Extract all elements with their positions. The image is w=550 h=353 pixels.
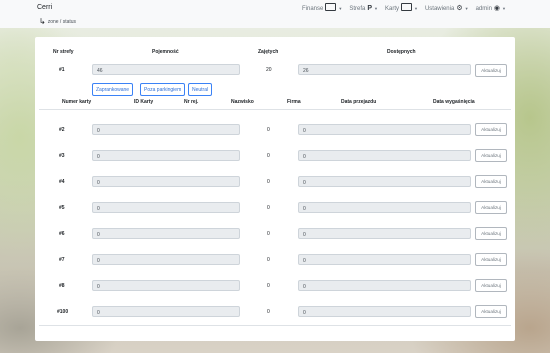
row-count: 0 (267, 257, 270, 263)
nav-zone[interactable]: Strefa P ▼ (349, 4, 378, 13)
chevron-down-icon: ▼ (338, 6, 343, 11)
card-icon (401, 3, 412, 14)
nav-settings-label: Ustawienia (424, 5, 455, 12)
available-field[interactable]: 26 (298, 64, 471, 75)
card-id-field[interactable]: 0 (92, 124, 240, 135)
nav-settings[interactable]: Ustawienia ⚙ ▼ (425, 4, 469, 13)
header-entry-date: Data przejazdu (341, 99, 377, 105)
chevron-down-icon: ▼ (374, 6, 378, 11)
header-card-number: Numer karty (62, 99, 92, 105)
header-company: Firma (287, 99, 301, 105)
update-row-button[interactable]: Aktualizuj (475, 253, 507, 266)
row-label: #5 (59, 205, 65, 211)
row-value-field[interactable]: 0 (298, 228, 471, 239)
cash-icon (325, 3, 337, 14)
card-id-field[interactable]: 0 (92, 306, 240, 317)
chevron-down-icon: ▼ (414, 6, 418, 11)
nav-zone-label: Strefa (349, 5, 366, 12)
card-id-field[interactable]: 0 (92, 150, 240, 161)
row-count: 0 (267, 179, 270, 185)
header-card-id: ID Karty (134, 99, 154, 105)
gear-icon: ⚙ (456, 5, 463, 12)
header-available: Dostępnych (387, 49, 416, 55)
zone-number: #1 (59, 67, 65, 73)
row-label: #3 (59, 153, 65, 159)
header-zone: Nr strefy (53, 49, 74, 55)
card-id-field[interactable]: 0 (92, 228, 240, 239)
nav-user[interactable]: admin ◉ ▼ (476, 4, 506, 13)
status-card: Nr strefy Pojemność Zajętych Dostępnych … (35, 37, 515, 341)
card-id-field[interactable]: 0 (92, 176, 240, 187)
row-label: #6 (59, 231, 65, 237)
header-capacity: Pojemność (152, 49, 179, 55)
row-count: 0 (267, 153, 270, 159)
row-value-field[interactable]: 0 (298, 280, 471, 291)
row-value-field[interactable]: 0 (298, 202, 471, 213)
toggle-zaprankowane-button[interactable]: Zaprankowane (92, 83, 134, 96)
row-label: #100 (57, 309, 69, 315)
row-value-field[interactable]: 0 (298, 176, 471, 187)
row-value-field[interactable]: 0 (298, 254, 471, 265)
card-id-field[interactable]: 0 (92, 202, 240, 213)
update-row-button[interactable]: Aktualizuj (475, 279, 507, 292)
capacity-field[interactable]: 46 (92, 64, 240, 75)
row-count: 0 (267, 205, 270, 211)
header-expiry-date: Data wygaśnięcia (433, 99, 475, 105)
row-label: #7 (59, 257, 65, 263)
card-id-field[interactable]: 0 (92, 280, 240, 291)
footer-divider (39, 325, 511, 326)
chevron-down-icon: ▼ (502, 6, 506, 11)
chevron-down-icon: ▼ (464, 6, 469, 11)
user-icon: ◉ (493, 5, 501, 12)
row-count: 0 (267, 127, 270, 133)
row-value-field[interactable]: 0 (298, 124, 471, 135)
toggle-poza-parkingiem-button[interactable]: Poza parkingiem (140, 83, 186, 96)
nav-cards[interactable]: Karty ▼ (385, 3, 418, 14)
nav-user-label: admin (475, 5, 492, 12)
update-row-button[interactable]: Aktualizuj (475, 175, 507, 188)
nav-finance[interactable]: Finanse ▼ (302, 3, 342, 14)
update-row-button[interactable]: Aktualizuj (475, 201, 507, 214)
row-value-field[interactable]: 0 (298, 150, 471, 161)
row-label: #4 (59, 179, 65, 185)
update-row-button[interactable]: Aktualizuj (475, 123, 507, 136)
occupied-value: 20 (266, 67, 272, 73)
header-divider (39, 109, 511, 110)
breadcrumb: ↳ zone / status (39, 17, 76, 26)
row-count: 0 (267, 309, 270, 315)
nav-menu: Finanse ▼ Strefa P ▼ Karty ▼ Ustawienia … (302, 3, 506, 14)
update-zone-button[interactable]: Aktualizuj (475, 64, 507, 77)
navbar: Cerri Finanse ▼ Strefa P ▼ Karty ▼ Ustaw… (0, 0, 550, 18)
breadcrumb-text[interactable]: zone / status (48, 19, 76, 25)
brand[interactable]: Cerri (37, 4, 52, 11)
parking-icon: P (367, 5, 373, 12)
row-count: 0 (267, 231, 270, 237)
row-label: #8 (59, 283, 65, 289)
update-row-button[interactable]: Aktualizuj (475, 227, 507, 240)
toggle-neutral-button[interactable]: Neutral (188, 83, 213, 96)
row-count: 0 (267, 283, 270, 289)
breadcrumb-bar: ↳ zone / status (0, 17, 550, 28)
update-row-button[interactable]: Aktualizuj (475, 149, 507, 162)
update-row-button[interactable]: Aktualizuj (475, 305, 507, 318)
nav-cards-label: Karty (384, 5, 399, 12)
card-id-field[interactable]: 0 (92, 254, 240, 265)
row-label: #2 (59, 127, 65, 133)
nav-finance-label: Finanse (302, 5, 324, 12)
header-reg: Nr rej. (184, 99, 199, 105)
row-value-field[interactable]: 0 (298, 306, 471, 317)
header-occupied: Zajętych (258, 49, 279, 55)
header-name: Nazwisko (231, 99, 254, 105)
return-arrow-icon: ↳ (39, 17, 46, 26)
